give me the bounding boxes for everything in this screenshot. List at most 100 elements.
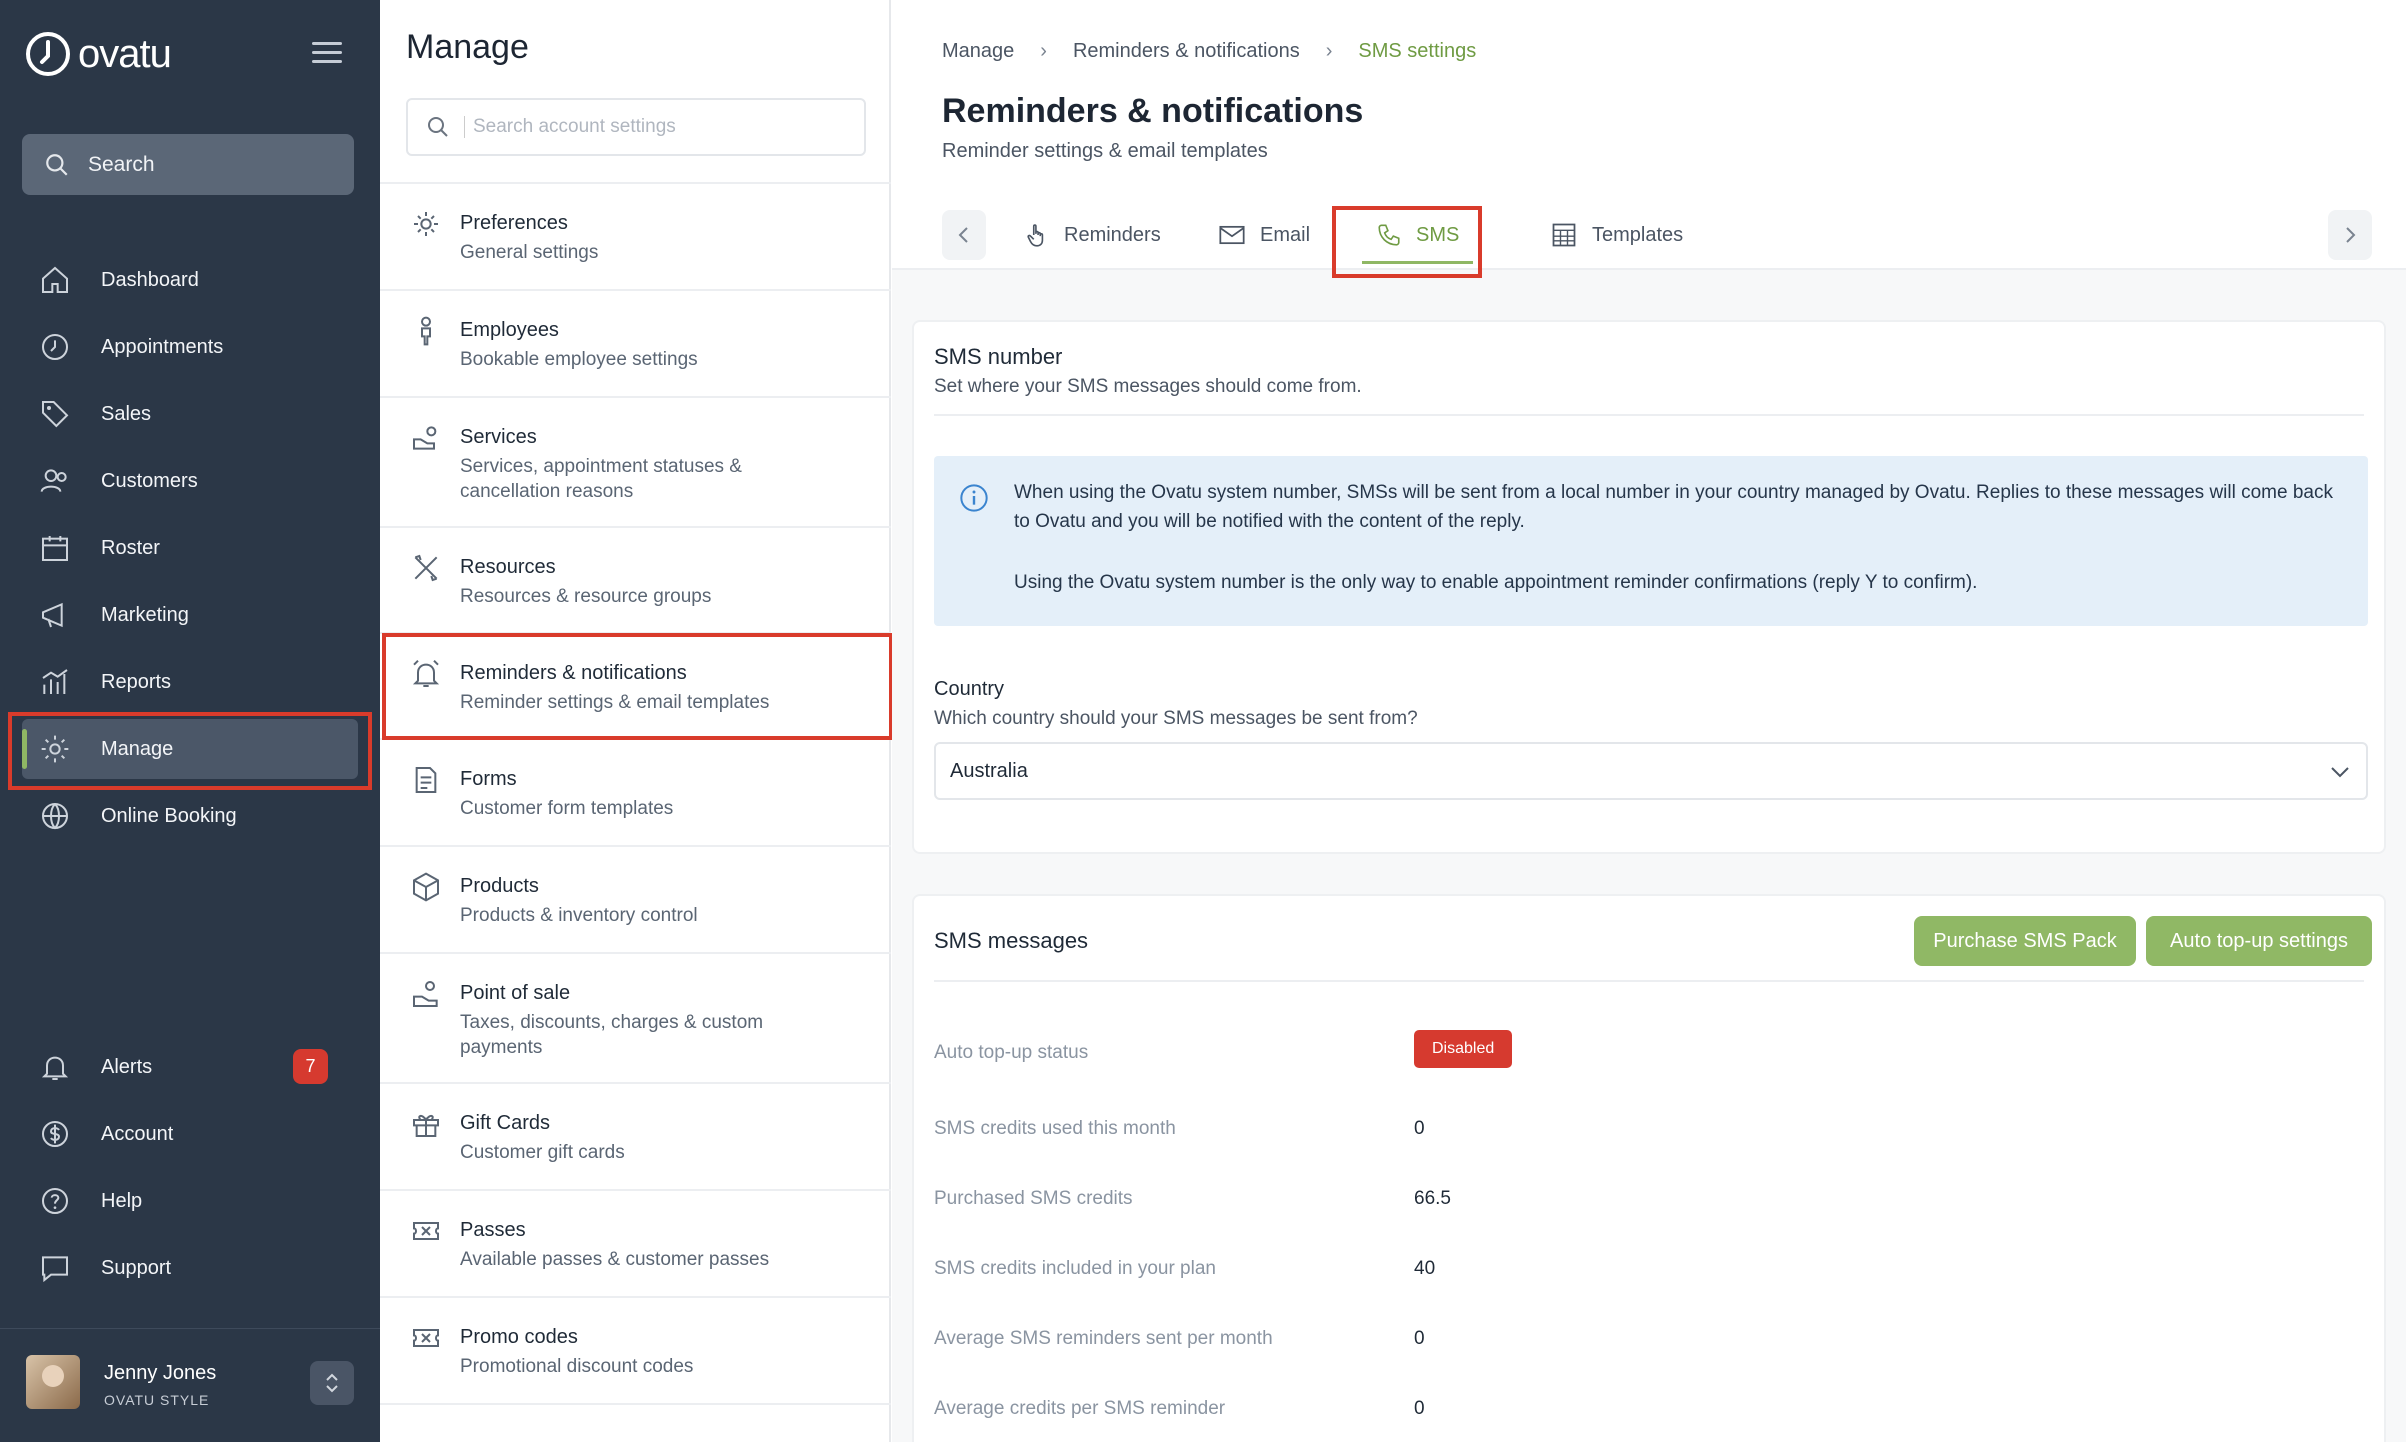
sidebar: ovatu Search Dashboard Appointments Sale…: [0, 0, 380, 1442]
tabs-next-button[interactable]: [2328, 210, 2372, 260]
nav-sales[interactable]: Sales: [22, 384, 358, 444]
tab-sms[interactable]: SMS: [1362, 210, 1474, 264]
nav-label: Help: [101, 1189, 143, 1212]
purchase-sms-pack-button[interactable]: Purchase SMS Pack: [1914, 916, 2136, 966]
services-icon: [413, 426, 437, 450]
chart-icon: [38, 665, 72, 699]
nav-label: Reports: [101, 670, 172, 693]
manage-item-preferences[interactable]: Preferences General settings: [380, 182, 891, 289]
nav-customers[interactable]: Customers: [22, 451, 358, 511]
nav-label: Customers: [101, 469, 198, 492]
nav-label: Online Booking: [101, 804, 237, 827]
breadcrumb-reminders[interactable]: Reminders & notifications: [1073, 40, 1300, 63]
manage-item-title: Point of sale: [460, 982, 571, 1004]
bell-icon: [412, 659, 440, 687]
account-settings-search-input[interactable]: [464, 116, 844, 138]
user-switch-button[interactable]: [310, 1361, 354, 1405]
manage-item-title: Promo codes: [460, 1326, 578, 1348]
nav-appointments[interactable]: Appointments: [22, 317, 358, 377]
manage-item-forms[interactable]: Forms Customer form templates: [380, 738, 891, 845]
nav-label: Sales: [101, 402, 152, 425]
manage-item-partial[interactable]: [380, 1403, 891, 1442]
manage-item-products[interactable]: Products Products & inventory control: [380, 845, 891, 952]
nav-label: Account: [101, 1122, 174, 1145]
user-profile[interactable]: Jenny Jones OVATU STYLE: [0, 1328, 380, 1442]
hand-icon: [1027, 224, 1044, 247]
bell-icon: [38, 1050, 72, 1084]
breadcrumb-manage[interactable]: Manage: [942, 40, 1014, 63]
stat-row: Average credits per SMS reminder 0: [934, 1398, 2368, 1428]
person-icon: [421, 316, 431, 346]
menu-toggle-icon[interactable]: [312, 42, 342, 69]
nav-alerts[interactable]: Alerts 7: [22, 1037, 358, 1097]
manage-item-promo-codes[interactable]: Promo codes Promotional discount codes: [380, 1296, 891, 1403]
clock-logo-icon: [26, 32, 70, 76]
gear-icon: [38, 732, 72, 766]
manage-item-employees[interactable]: Employees Bookable employee settings: [380, 289, 891, 396]
manage-item-subtitle: Customer form templates: [460, 798, 674, 819]
manage-item-subtitle: Bookable employee settings: [460, 349, 698, 370]
tools-icon: [414, 554, 438, 582]
stat-label: SMS credits included in your plan: [934, 1258, 1216, 1279]
sms-messages-card: SMS messages Purchase SMS Pack Auto top-…: [912, 894, 2386, 1442]
info-callout: When using the Ovatu system number, SMSs…: [934, 456, 2368, 626]
sidebar-search[interactable]: Search: [22, 134, 354, 195]
country-select[interactable]: Australia: [934, 742, 2368, 800]
nav-help[interactable]: Help: [22, 1171, 358, 1231]
nav-label: Dashboard: [101, 268, 199, 291]
stat-row: Average SMS reminders sent per month 0: [934, 1328, 2368, 1358]
nav-support[interactable]: Support: [22, 1238, 358, 1298]
gear-icon: [414, 212, 438, 236]
ovatu-logo[interactable]: ovatu: [24, 30, 172, 78]
info-text-1: When using the Ovatu system number, SMSs…: [1014, 482, 2333, 532]
sidebar-search-label: Search: [88, 152, 155, 176]
manage-item-subtitle: Promotional discount codes: [460, 1356, 694, 1377]
tabs-prev-button[interactable]: [942, 210, 986, 260]
manage-item-title: Forms: [460, 768, 517, 790]
chat-icon: [38, 1251, 72, 1285]
manage-item-subtitle: Products & inventory control: [460, 905, 698, 926]
phone-icon: [1378, 224, 1400, 246]
manage-item-services[interactable]: Services Services, appointment statuses …: [380, 396, 891, 526]
tab-email[interactable]: Email: [1218, 210, 1310, 260]
breadcrumb: Manage › Reminders & notifications › SMS…: [942, 40, 1476, 63]
ticket-icon: [413, 1222, 439, 1240]
chevron-left-icon: [958, 227, 968, 243]
manage-item-resources[interactable]: Resources Resources & resource groups: [380, 526, 891, 632]
search-icon: [428, 117, 448, 137]
nav-label: Alerts: [101, 1055, 153, 1078]
logo-text: ovatu: [78, 31, 172, 76]
country-help: Which country should your SMS messages b…: [934, 708, 1418, 729]
nav-reports[interactable]: Reports: [22, 652, 358, 712]
chevron-updown-icon: [326, 1373, 338, 1393]
manage-item-passes[interactable]: Passes Available passes & customer passe…: [380, 1189, 891, 1296]
nav-marketing[interactable]: Marketing: [22, 585, 358, 645]
manage-item-reminders[interactable]: Reminders & notifications Reminder setti…: [380, 632, 891, 738]
nav-manage[interactable]: Manage: [22, 719, 358, 779]
chevron-right-icon: ›: [1040, 40, 1047, 62]
ticket-icon: [413, 1329, 439, 1347]
tab-templates[interactable]: Templates: [1550, 210, 1683, 260]
gift-icon: [413, 1115, 439, 1137]
nav-roster[interactable]: Roster: [22, 518, 358, 578]
nav-label: Manage: [101, 737, 174, 760]
tab-reminders[interactable]: Reminders: [1024, 210, 1161, 260]
form-icon: [415, 767, 437, 793]
nav-dashboard[interactable]: Dashboard: [22, 250, 358, 310]
manage-item-subtitle: Taxes, discounts, charges & custom payme…: [460, 1012, 764, 1058]
manage-item-title: Services: [460, 426, 537, 448]
breadcrumb-current: SMS settings: [1358, 40, 1477, 62]
pos-icon: [413, 981, 438, 1007]
auto-topup-settings-button[interactable]: Auto top-up settings: [2146, 916, 2372, 966]
nav-account[interactable]: Account: [22, 1104, 358, 1164]
box-icon: [413, 872, 439, 902]
account-settings-search[interactable]: [406, 98, 866, 156]
status-badge: Disabled: [1414, 1030, 1513, 1068]
megaphone-icon: [38, 598, 72, 632]
nav-online-booking[interactable]: Online Booking: [22, 786, 358, 846]
manage-item-point-of-sale[interactable]: Point of sale Taxes, discounts, charges …: [380, 952, 891, 1082]
page-header: Manage › Reminders & notifications › SMS…: [892, 0, 2406, 270]
nav-label: Support: [101, 1256, 172, 1279]
manage-item-gift-cards[interactable]: Gift Cards Customer gift cards: [380, 1082, 891, 1189]
dollar-icon: [38, 1117, 72, 1151]
